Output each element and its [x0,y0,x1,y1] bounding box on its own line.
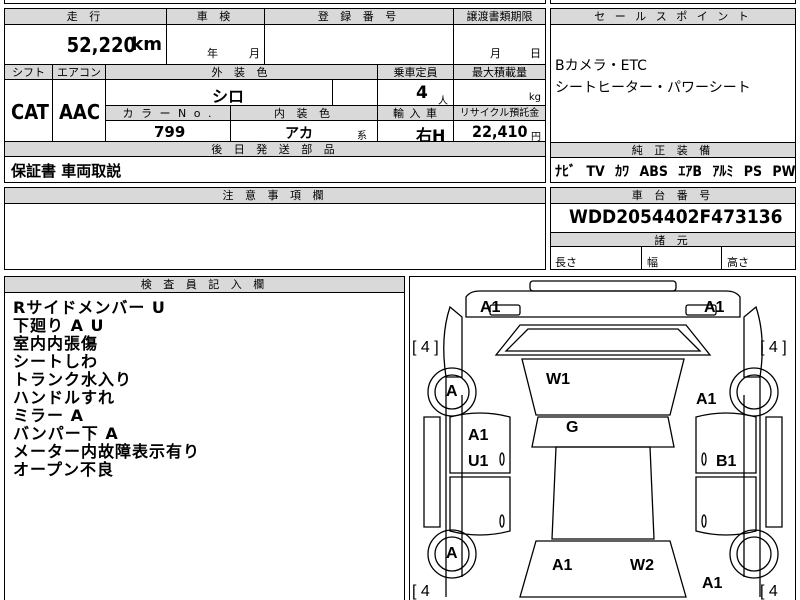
registration-cell [265,25,454,65]
recycle-value: 22,410 [472,122,528,141]
capacity-unit: 人 [438,96,448,107]
mark-rear-left-wheel: A [446,545,458,562]
equip-alloy: ｱﾙﾐ [712,164,734,180]
mark-front-right-tire: [ 4 ] [760,339,787,356]
equip-tv: TV [586,164,605,180]
equip-airbag: ｴｱB [678,164,702,180]
later-parts-value: 保証書 車両取説 [11,162,122,180]
aircon-cell: AAC [53,80,106,142]
shift-cell: CAT [5,80,53,142]
mark-right-door-b1: B1 [716,453,737,470]
mark-front-left-wheel: A [446,383,458,400]
import-cell: 右H [378,121,454,145]
interior-color-label: 内 装 色 [231,106,378,121]
color-no-label: カ ラ ー N o . [106,106,231,121]
mark-rear-right-a1: A1 [702,575,723,592]
mark-left-door-a1: A1 [468,427,489,444]
max-load-cell: kg [454,80,545,106]
equip-ps: PS [743,164,763,180]
color-no-value: 799 [154,123,186,141]
top-strip [4,0,546,4]
exterior-color-value: シロ [212,87,245,106]
vin-label: 車 台 番 号 [551,188,795,204]
mark-front-right-a1: A1 [704,299,725,316]
mark-roof: G [566,419,579,436]
sales-point-line-1: Bカメラ・ETC [555,58,647,74]
mark-windshield: W1 [546,371,570,388]
import-label: 輸 入 車 [378,106,454,121]
odometer-label: 走 行 [5,9,167,25]
equipment-label: 純 正 装 備 [551,143,795,158]
shift-value: CAT [11,100,49,124]
aircon-label: エアコン [53,65,106,80]
capacity-label: 乗車定員 [378,65,454,80]
equipment-box: 純 正 装 備 ﾅﾋﾞ TV ｶﾜ ABS ｴｱB ｱﾙﾐ PS PW [550,143,796,183]
transfer-cell: 月 日 [454,25,545,65]
max-load-label: 最大積載量 [454,65,545,80]
mark-right-front: A1 [696,391,717,408]
exterior-color-cell: シロ [106,80,333,106]
mark-front-left-a1: A1 [480,299,501,316]
shift-label: シフト [5,65,53,80]
equip-pw: PW [772,164,796,180]
mark-rear-w2: W2 [630,557,654,574]
dimension-length: 長さ [555,256,577,269]
odometer-cell: 52,220 km [5,25,167,65]
recycle-cell: 22,410 円 [454,121,545,143]
inspection-cell: 年 月 [167,25,265,65]
equipment-list: ﾅﾋﾞ TV ｶﾜ ABS ｴｱB ｱﾙﾐ PS PW [555,161,796,181]
odometer-unit: km [131,34,162,55]
main-table: 走 行 車 検 登 録 番 号 譲渡書類期限 52,220 km 年 月 月 日… [4,8,546,183]
mark-rear-a1: A1 [552,557,573,574]
top-strip-right [550,0,796,4]
interior-color-cell: アカ 系 [231,121,378,142]
notes-label: 注 意 事 項 欄 [5,188,545,204]
inspector-box: 検 査 員 記 入 欄 Rサイドメンバー U 下廻り A U 室内内張傷 シート… [4,276,405,600]
equip-abs: ABS [639,164,668,180]
odometer-value: 52,220 [66,33,136,57]
transfer-month-unit: 月 [490,47,501,60]
recycle-label: リサイクル預託金 [454,106,545,121]
transfer-day-unit: 日 [530,47,541,60]
mark-rear-right-tire: [ 4 [760,583,778,600]
sales-point-label: セ ー ル ス ポ イ ン ト [551,9,795,25]
vin-value: WDD2054402F473136 [569,206,783,228]
dimension-height: 高さ [727,256,749,269]
mark-left-door-u1: U1 [468,453,489,470]
car-diagram-box: A1 A1 [ 4 ] [ 4 ] A W1 A1 G A1 U1 B1 A A… [409,276,796,600]
inspection-year-unit: 年 [207,47,218,60]
inspection-month-unit: 月 [249,47,260,60]
mark-rear-left-tire: [ 4 [412,583,430,600]
inspector-line-10: オープン不良 [13,460,115,479]
equip-navi: ﾅﾋﾞ [555,164,576,180]
mark-front-left-tire: [ 4 ] [412,339,439,356]
equip-leather: ｶﾜ [615,164,630,180]
sales-point-box: セ ー ル ス ポ イ ン ト Bカメラ・ETC シートヒーター・パワーシート [550,8,796,143]
registration-label: 登 録 番 号 [265,9,454,25]
exterior-color-label: 外 装 色 [106,65,378,80]
dimension-width: 幅 [647,256,658,269]
interior-color-value: アカ [285,126,313,142]
later-parts-label: 後 日 発 送 部 品 [5,142,545,157]
interior-color-suffix: 系 [357,131,367,142]
vin-box: 車 台 番 号 WDD2054402F473136 諸 元 長さ 幅 高さ [550,187,796,270]
transfer-label: 譲渡書類期限 [454,9,545,25]
recycle-unit: 円 [531,132,541,143]
exterior-color-extra [333,80,378,106]
color-no-cell: 799 [106,121,231,142]
dimensions-label: 諸 元 [551,232,795,247]
inspection-label: 車 検 [167,9,265,25]
max-load-unit: kg [528,92,541,103]
capacity-cell: 4 人 [378,80,454,107]
inspector-label: 検 査 員 記 入 欄 [5,277,404,293]
aircon-value: AAC [59,100,101,124]
notes-box: 注 意 事 項 欄 [4,187,546,270]
capacity-value: 4 [416,83,428,103]
sales-point-line-2: シートヒーター・パワーシート [555,80,751,96]
